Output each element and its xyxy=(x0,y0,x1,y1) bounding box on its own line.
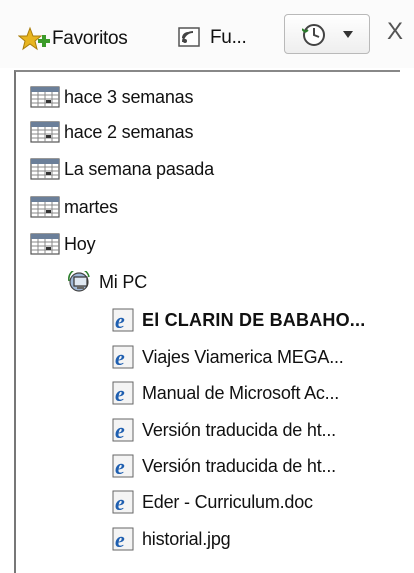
history-group-hace-2-semanas[interactable]: hace 2 semanas xyxy=(30,117,193,147)
history-group-label: martes xyxy=(64,196,118,217)
history-item-label: Versión traducida de ht... xyxy=(142,419,336,440)
history-item-label: historial.jpg xyxy=(142,528,231,549)
history-item-label: Viajes Viamerica MEGA... xyxy=(142,346,344,367)
history-group-la-semana-pasada[interactable]: La semana pasada xyxy=(30,154,214,184)
history-clock-icon xyxy=(302,24,325,46)
history-site-label: Mi PC xyxy=(99,271,147,292)
feed-icon xyxy=(178,27,200,47)
close-button[interactable]: X xyxy=(383,18,407,46)
history-item[interactable]: El CLARIN DE BABAHO... xyxy=(112,305,365,335)
history-group-hoy[interactable]: Hoy xyxy=(30,229,96,259)
ie-page-icon xyxy=(112,527,134,551)
history-group-label: La semana pasada xyxy=(64,158,214,179)
history-item[interactable]: Versión traducida de ht... xyxy=(112,451,336,481)
history-group-label: hace 2 semanas xyxy=(64,121,194,142)
chevron-down-icon[interactable] xyxy=(343,31,353,39)
star-icon xyxy=(18,26,50,51)
history-item[interactable]: historial.jpg xyxy=(112,524,231,554)
history-item-label: Eder - Curriculum.doc xyxy=(142,491,313,512)
calendar-icon xyxy=(30,86,60,108)
history-site-mi-pc[interactable]: Mi PC xyxy=(68,267,147,297)
history-item[interactable]: Eder - Curriculum.doc xyxy=(112,487,313,517)
ie-page-icon xyxy=(112,381,134,405)
history-tree: hace 3 semanas hace 2 semanas La semana … xyxy=(14,70,400,573)
history-group-martes[interactable]: martes xyxy=(30,192,118,222)
history-group-hace-3-semanas[interactable]: hace 3 semanas xyxy=(30,82,193,112)
ie-page-icon xyxy=(112,308,134,332)
history-item[interactable]: Versión traducida de ht... xyxy=(112,415,336,445)
computer-icon xyxy=(68,271,90,292)
history-view-button[interactable] xyxy=(284,14,370,54)
history-item[interactable]: Viajes Viamerica MEGA... xyxy=(112,342,344,372)
calendar-icon xyxy=(30,158,60,180)
favorites-toolbar: Favoritos Fu... X xyxy=(0,0,414,68)
ie-page-icon xyxy=(112,454,134,478)
history-group-label: hace 3 semanas xyxy=(64,86,194,107)
ie-page-icon xyxy=(112,345,134,369)
calendar-icon xyxy=(30,233,60,255)
favorites-button[interactable]: Favoritos xyxy=(18,26,128,52)
history-item-label: El CLARIN DE BABAHO... xyxy=(142,309,366,330)
calendar-icon xyxy=(30,121,60,143)
favorites-label: Favoritos xyxy=(52,28,128,49)
history-item-label: Versión traducida de ht... xyxy=(142,455,336,476)
history-item-label: Manual de Microsoft Ac... xyxy=(142,382,340,403)
ie-page-icon xyxy=(112,490,134,514)
feeds-button[interactable]: Fu... xyxy=(178,26,247,50)
calendar-icon xyxy=(30,196,60,218)
feeds-label: Fu... xyxy=(210,27,247,48)
history-group-label: Hoy xyxy=(64,233,96,254)
history-item[interactable]: Manual de Microsoft Ac... xyxy=(112,378,339,408)
ie-page-icon xyxy=(112,418,134,442)
